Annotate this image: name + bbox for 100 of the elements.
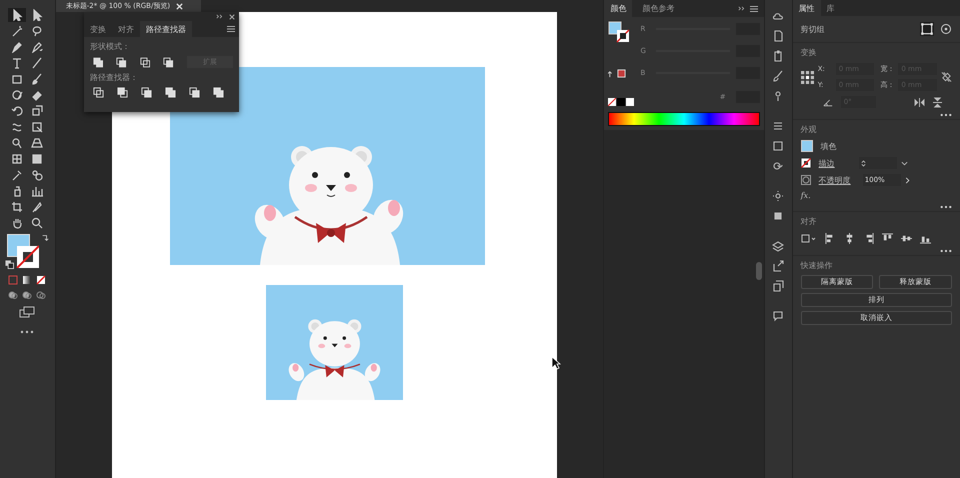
stroke-weight-field[interactable]: [858, 157, 897, 169]
eraser-icon: [31, 89, 44, 101]
draw-mode-icon[interactable]: [36, 290, 46, 300]
wand-icon: [11, 25, 24, 37]
overlapping-squares-icon[interactable]: [116, 56, 127, 68]
clip-edit-icon[interactable]: [920, 22, 934, 36]
artboard-icon: [11, 201, 24, 213]
lines-icon[interactable]: [772, 120, 784, 132]
overlapping-squares-icon[interactable]: [188, 87, 200, 98]
draw-mode-icon[interactable]: [22, 290, 32, 300]
scale-icon: [31, 105, 44, 117]
knife-icon: [31, 201, 44, 213]
angle-icon: [822, 98, 833, 106]
fill-stroke-swatch-icon[interactable]: [5, 234, 40, 268]
brush-icon[interactable]: [772, 70, 784, 82]
fill-swatch[interactable]: [800, 140, 813, 152]
flip-horizontal-icon[interactable]: [914, 98, 925, 106]
panel-tab[interactable]: 颜色: [604, 0, 632, 17]
more-icon[interactable]: [20, 330, 34, 334]
more-options-icon[interactable]: [940, 205, 952, 209]
pen-icon: [11, 41, 24, 53]
warp-icon: [11, 121, 24, 133]
cloud-icon[interactable]: [772, 10, 784, 22]
free-transform-icon: [31, 121, 44, 133]
stepper-icon[interactable]: [860, 158, 866, 168]
menu-icon[interactable]: [226, 25, 235, 33]
copy-icon[interactable]: [772, 280, 784, 292]
overlapping-squares-icon[interactable]: [212, 87, 224, 98]
default-swatches-icon[interactable]: [608, 98, 634, 106]
fill-label[interactable]: 填色: [820, 140, 837, 152]
panel-tab[interactable]: 属性: [792, 0, 821, 16]
color-mode-icon[interactable]: [8, 275, 18, 285]
selection-arrow-icon: [11, 9, 24, 21]
blend-icon: [31, 169, 44, 181]
align-icon[interactable]: [882, 232, 893, 244]
more-options-icon[interactable]: [940, 113, 952, 117]
page-icon[interactable]: [772, 30, 784, 42]
opacity-icon: [800, 175, 811, 185]
fill-stroke-swatch-icon[interactable]: [608, 21, 632, 43]
shaper-icon: [11, 89, 24, 101]
gradient-mode-icon[interactable]: [22, 275, 32, 285]
panel-tab[interactable]: 变换: [84, 21, 112, 37]
square-icon[interactable]: [772, 210, 784, 222]
layers-icon[interactable]: [772, 240, 784, 252]
mesh-icon: [11, 153, 24, 165]
zoom-icon: [31, 217, 44, 229]
more-options-icon[interactable]: [940, 249, 952, 253]
hand-icon: [11, 217, 24, 229]
opacity-label[interactable]: 不透明度: [818, 174, 851, 186]
flip-vertical-icon[interactable]: [932, 96, 942, 108]
collapse-icon[interactable]: [738, 6, 746, 11]
target-icon[interactable]: [940, 23, 952, 35]
screen-mode-icon[interactable]: [19, 306, 36, 318]
object-type: 剪切组: [800, 24, 825, 34]
swap-arrow-icon[interactable]: [41, 234, 50, 242]
panel-tab[interactable]: 路径查找器: [140, 21, 192, 37]
default-colors-icon[interactable]: [5, 260, 14, 269]
panel-tab[interactable]: 对齐: [112, 21, 140, 37]
close-icon[interactable]: [228, 14, 235, 20]
clipboard-icon[interactable]: [772, 50, 784, 62]
chat-icon[interactable]: [772, 310, 784, 322]
stroke-none-swatch[interactable]: [800, 158, 811, 168]
export-icon[interactable]: [772, 260, 784, 272]
caret-icon[interactable]: [900, 160, 908, 166]
overlapping-squares-icon[interactable]: [163, 56, 174, 68]
overlapping-squares-icon[interactable]: [164, 87, 176, 98]
align-to-dropdown-icon[interactable]: [800, 232, 817, 244]
stroke-label[interactable]: 描边: [818, 158, 835, 168]
overlapping-squares-icon[interactable]: [92, 87, 104, 98]
effects-button[interactable]: fx.: [800, 191, 811, 200]
draw-mode-icon[interactable]: [8, 290, 18, 300]
tool-button[interactable]: [8, 8, 26, 22]
bar-graph-icon: [31, 185, 44, 197]
overlapping-squares-icon[interactable]: [116, 87, 128, 98]
rectangle-icon: [11, 73, 24, 85]
reference-point-icon[interactable]: [800, 70, 814, 84]
overlapping-squares-icon[interactable]: [140, 87, 152, 98]
scrollbar-thumb[interactable]: [756, 262, 762, 280]
section-title: 快速操作: [800, 260, 834, 271]
brush-icon: [31, 73, 44, 85]
eyedropper-icon: [11, 169, 24, 181]
sun-icon[interactable]: [772, 190, 784, 202]
unlinked-chain-icon[interactable]: [940, 71, 952, 83]
overlapping-squares-icon[interactable]: [140, 56, 150, 68]
collapse-icon[interactable]: [216, 14, 224, 19]
section-label: 路径查找器：: [90, 72, 139, 83]
perspective-grid-icon: [31, 137, 44, 149]
panel-tab[interactable]: 颜色参考: [636, 0, 680, 17]
direct-selection-arrow-icon: [31, 9, 44, 21]
chevron-right-icon[interactable]: [904, 176, 910, 184]
none-mode-icon[interactable]: [36, 275, 46, 285]
section-title: 变换: [800, 47, 818, 58]
line-icon: [31, 57, 44, 69]
type-icon: [11, 57, 24, 69]
overlapping-squares-icon[interactable]: [92, 56, 104, 68]
section-title: 对齐: [800, 216, 818, 227]
color-spectrum[interactable]: [608, 112, 760, 126]
menu-icon[interactable]: [750, 4, 758, 12]
section-label: 形状模式：: [90, 41, 131, 52]
panel-tab[interactable]: 库: [820, 0, 841, 16]
